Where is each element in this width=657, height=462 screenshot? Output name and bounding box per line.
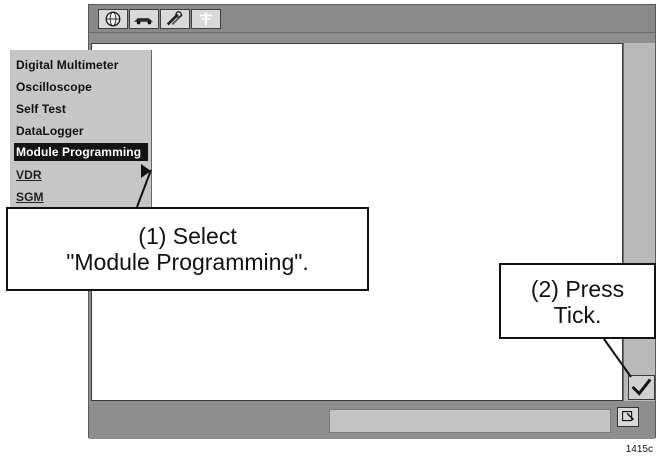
menu-item-sgm[interactable]: SGM <box>16 188 146 206</box>
callout-press-tick: (2) Press Tick. <box>499 263 656 339</box>
callout-2-line-1: (2) Press <box>530 276 625 302</box>
antenna-icon[interactable] <box>191 9 221 29</box>
top-toolbar <box>89 5 655 33</box>
menu-item-vdr[interactable]: VDR <box>16 166 146 184</box>
tools-icon[interactable] <box>160 9 190 29</box>
figure-number: 1415c <box>625 444 653 455</box>
callout-1-line-2: "Module Programming". <box>66 249 309 275</box>
callout-2-line-2: Tick. <box>553 302 602 328</box>
vehicle-icon[interactable] <box>129 9 159 29</box>
tick-icon[interactable] <box>628 375 655 400</box>
submenu-arrow-icon <box>141 164 151 178</box>
menu-item-self-test[interactable]: Self Test <box>16 100 146 118</box>
pen-icon[interactable] <box>617 407 639 427</box>
callout-select-module-programming: (1) Select "Module Programming". <box>6 207 369 291</box>
callout-1-line-1: (1) Select <box>138 223 237 249</box>
menu-item-oscilloscope[interactable]: Oscilloscope <box>16 78 146 96</box>
menu-item-digital-multimeter[interactable]: Digital Multimeter <box>16 56 146 74</box>
right-side-panel <box>623 43 655 401</box>
menu-item-module-programming[interactable]: Module Programming <box>14 143 148 161</box>
tool-menu: Digital Multimeter Oscilloscope Self Tes… <box>10 50 152 210</box>
status-field <box>329 409 611 433</box>
menu-item-datalogger[interactable]: DataLogger <box>16 122 146 140</box>
globe-icon[interactable] <box>98 9 128 29</box>
